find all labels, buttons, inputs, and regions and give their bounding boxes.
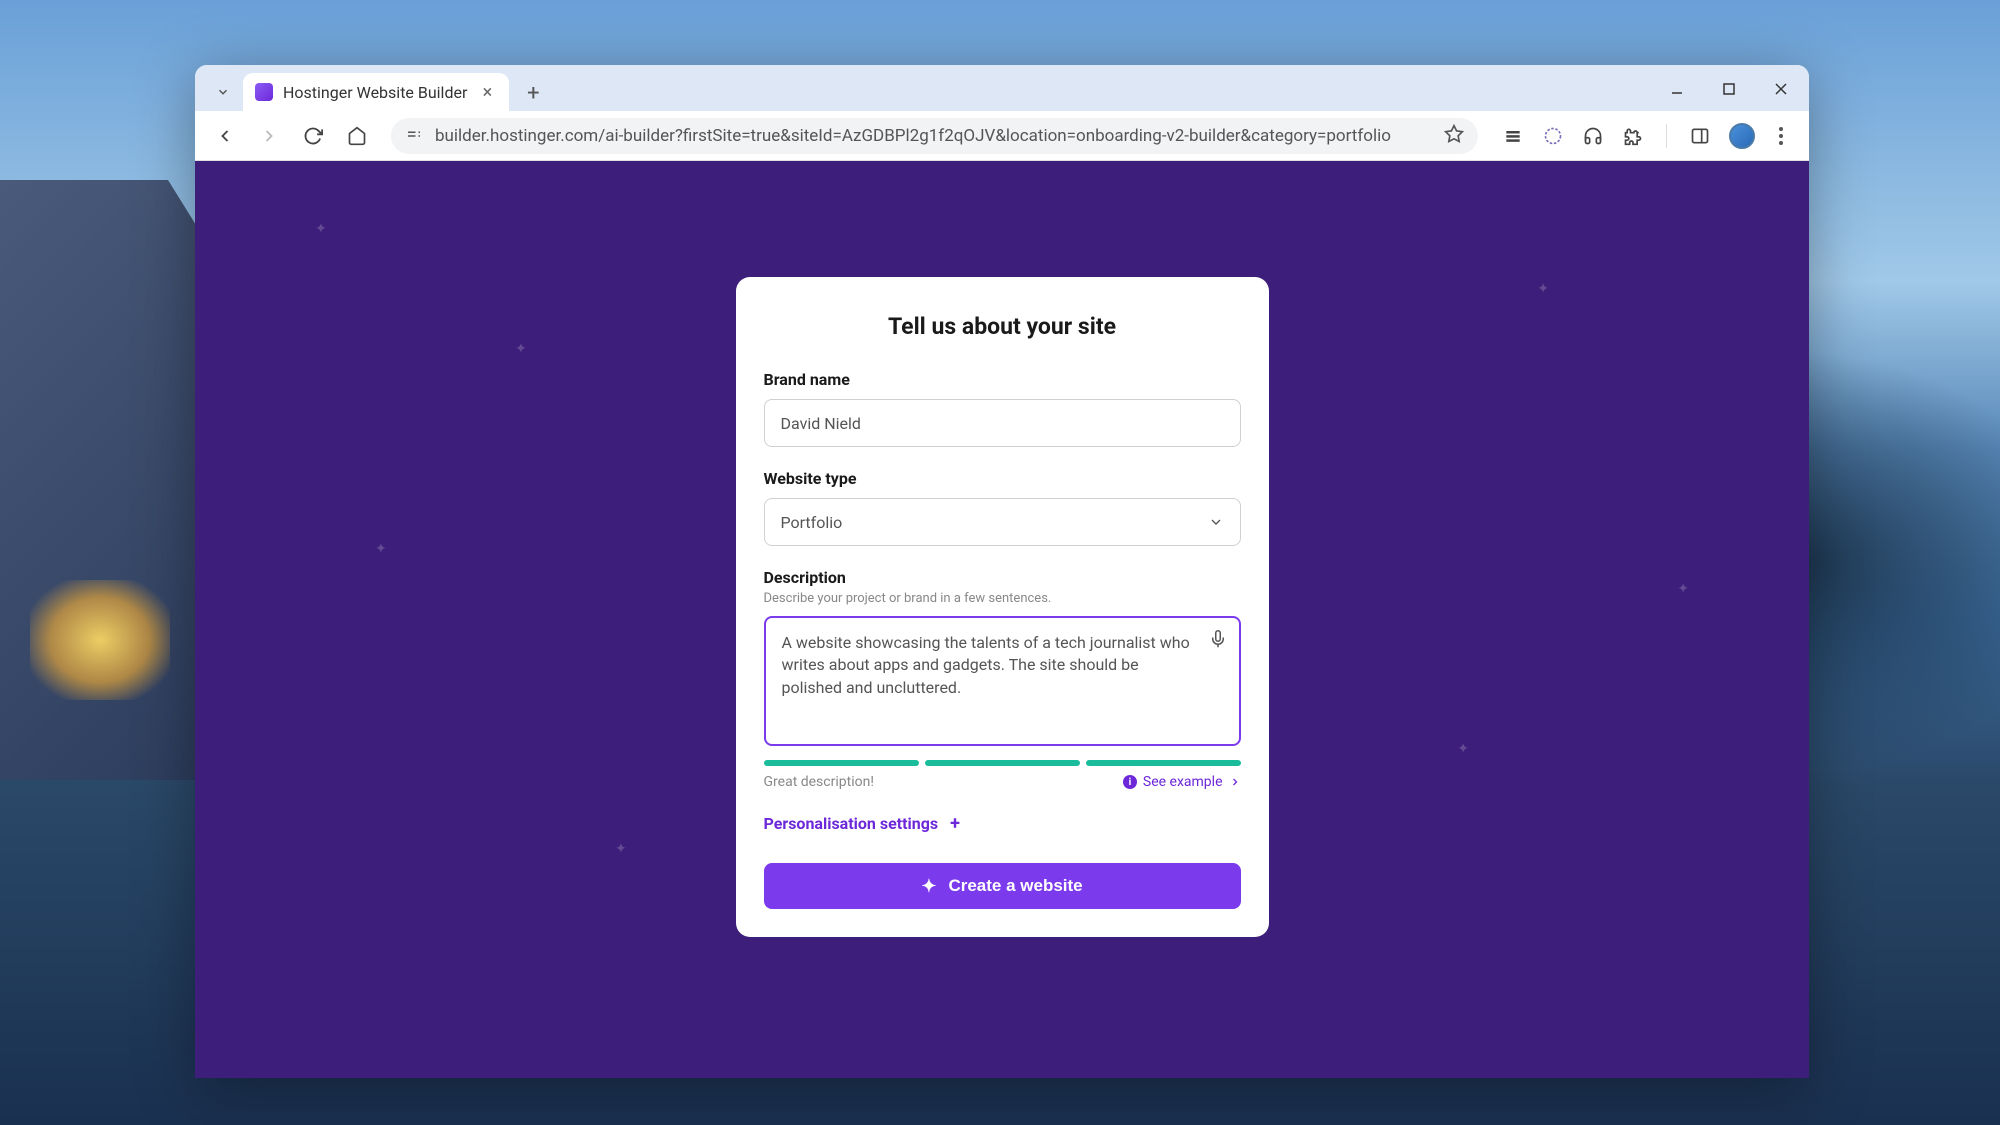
description-quality-meter [764, 760, 1241, 766]
website-type-select[interactable]: Portfolio [764, 498, 1241, 546]
forward-button[interactable] [251, 118, 287, 154]
close-window-button[interactable] [1765, 73, 1797, 105]
tab-favicon [255, 83, 273, 101]
sidepanel-icon[interactable] [1689, 125, 1711, 147]
extension-icon-3[interactable] [1582, 125, 1604, 147]
browser-toolbar: builder.hostinger.com/ai-builder?firstSi… [195, 111, 1809, 161]
see-example-link[interactable]: i See example [1123, 774, 1241, 790]
maximize-button[interactable] [1713, 73, 1745, 105]
chevron-right-icon [1229, 776, 1241, 788]
extensions-area [1494, 121, 1797, 151]
site-info-icon[interactable] [405, 127, 423, 145]
minimize-button[interactable] [1661, 73, 1693, 105]
new-tab-button[interactable]: + [515, 75, 551, 111]
browser-tab[interactable]: Hostinger Website Builder × [243, 73, 509, 111]
extensions-puzzle-icon[interactable] [1622, 125, 1644, 147]
page-content: ✦ ✦ ✦ ✦ ✦ ✦ ✦ Tell us about your site Br… [195, 161, 1809, 1078]
home-button[interactable] [339, 118, 375, 154]
brand-name-label: Brand name [764, 370, 1241, 389]
extension-icon-1[interactable] [1502, 125, 1524, 147]
create-website-button[interactable]: ✦ Create a website [764, 863, 1241, 909]
description-textarea[interactable] [764, 616, 1241, 746]
browser-window: Hostinger Website Builder × + [195, 65, 1809, 1078]
tab-strip: Hostinger Website Builder × + [195, 65, 1809, 111]
tab-search-dropdown[interactable] [203, 73, 243, 111]
reload-button[interactable] [295, 118, 331, 154]
description-sublabel: Describe your project or brand in a few … [764, 591, 1241, 606]
bookmark-star-icon[interactable] [1444, 124, 1464, 148]
tab-close-button[interactable]: × [477, 82, 497, 103]
sparkle-icon: ✦ [921, 876, 936, 897]
website-type-label: Website type [764, 469, 1241, 488]
address-bar[interactable]: builder.hostinger.com/ai-builder?firstSi… [391, 118, 1478, 154]
profile-avatar[interactable] [1729, 123, 1755, 149]
modal-title: Tell us about your site [764, 313, 1241, 340]
site-setup-modal: Tell us about your site Brand name Websi… [736, 277, 1269, 937]
description-label: Description [764, 568, 1241, 587]
tab-title: Hostinger Website Builder [283, 83, 467, 102]
extension-icon-2[interactable] [1542, 125, 1564, 147]
chevron-down-icon [1208, 514, 1224, 530]
personalisation-settings-toggle[interactable]: Personalisation settings + [764, 814, 1241, 833]
url-text: builder.hostinger.com/ai-builder?firstSi… [435, 126, 1432, 146]
quality-feedback-text: Great description! [764, 774, 874, 790]
microphone-icon[interactable] [1209, 630, 1227, 652]
brand-name-input[interactable] [764, 399, 1241, 447]
browser-menu-button[interactable] [1773, 121, 1789, 151]
back-button[interactable] [207, 118, 243, 154]
info-icon: i [1123, 775, 1137, 789]
website-type-value: Portfolio [781, 513, 843, 532]
plus-icon: + [950, 815, 968, 833]
